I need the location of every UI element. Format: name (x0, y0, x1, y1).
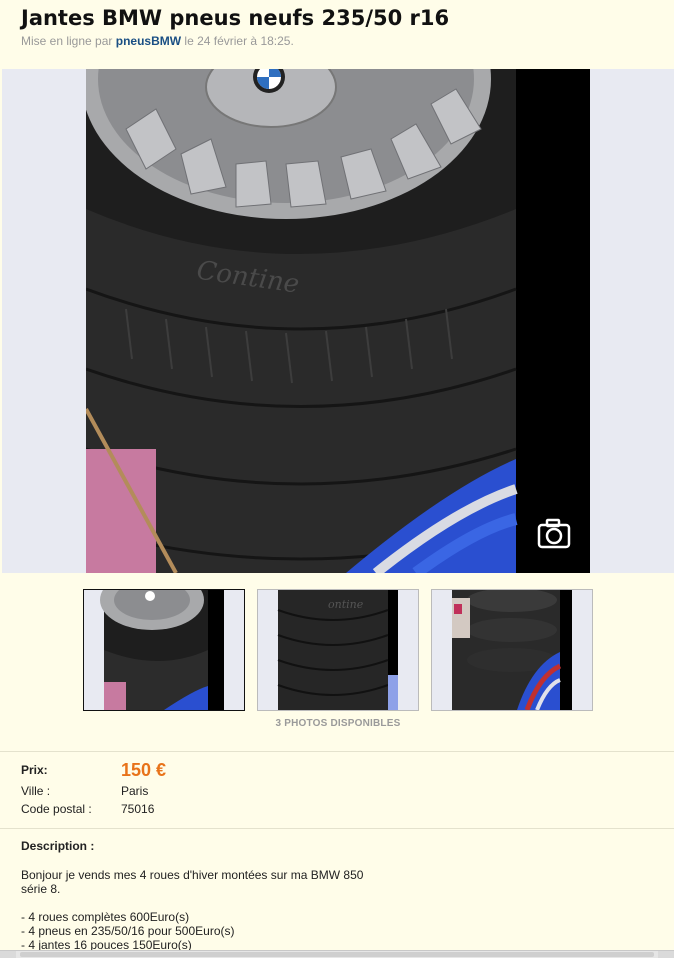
divider-top (0, 751, 674, 752)
price-value: 150 € (121, 760, 167, 780)
main-photo[interactable]: Contine (86, 69, 590, 573)
scrollbar-thumb[interactable] (20, 952, 654, 957)
postal-code-label: Code postal : (21, 802, 92, 816)
description-line-1: Bonjour je vends mes 4 roues d'hiver mon… (21, 868, 364, 882)
thumbnail-1-image (84, 590, 244, 710)
thumbnail-3[interactable] (431, 589, 593, 711)
listing-meta: Mise en ligne par pneusBMW le 24 février… (21, 34, 294, 48)
main-photo-image: Contine (86, 69, 590, 573)
description-line-2: série 8. (21, 882, 61, 896)
price-label: Prix: (21, 763, 48, 777)
postal-code-value: 75016 (121, 802, 155, 816)
seller-link[interactable]: pneusBMW (116, 34, 181, 48)
posted-date: le 24 février à 18:25. (184, 34, 294, 48)
thumbnail-2-image: ontine (258, 590, 418, 710)
city-value: Paris (121, 784, 149, 798)
thumbnail-3-image (432, 590, 592, 710)
photos-available-label: 3 PHOTOS DISPONIBLES (275, 718, 401, 729)
posted-prefix: Mise en ligne par (21, 34, 113, 48)
city-label: Ville : (21, 784, 51, 798)
listing-title: Jantes BMW pneus neufs 235/50 r16 (21, 6, 450, 30)
svg-text:ontine: ontine (328, 598, 364, 611)
thumbnail-1[interactable] (83, 589, 245, 711)
thumbnail-strip: ontine (0, 589, 674, 711)
description-item-2: - 4 pneus en 235/50/16 pour 500Euro(s) (21, 924, 235, 938)
description-item-1: - 4 roues complètes 600Euro(s) (21, 910, 190, 924)
camera-icon[interactable] (536, 516, 574, 552)
photo-viewer: Contine (2, 69, 674, 573)
divider-middle (0, 828, 674, 829)
description-heading: Description : (21, 839, 95, 853)
thumbnail-2[interactable]: ontine (257, 589, 419, 711)
